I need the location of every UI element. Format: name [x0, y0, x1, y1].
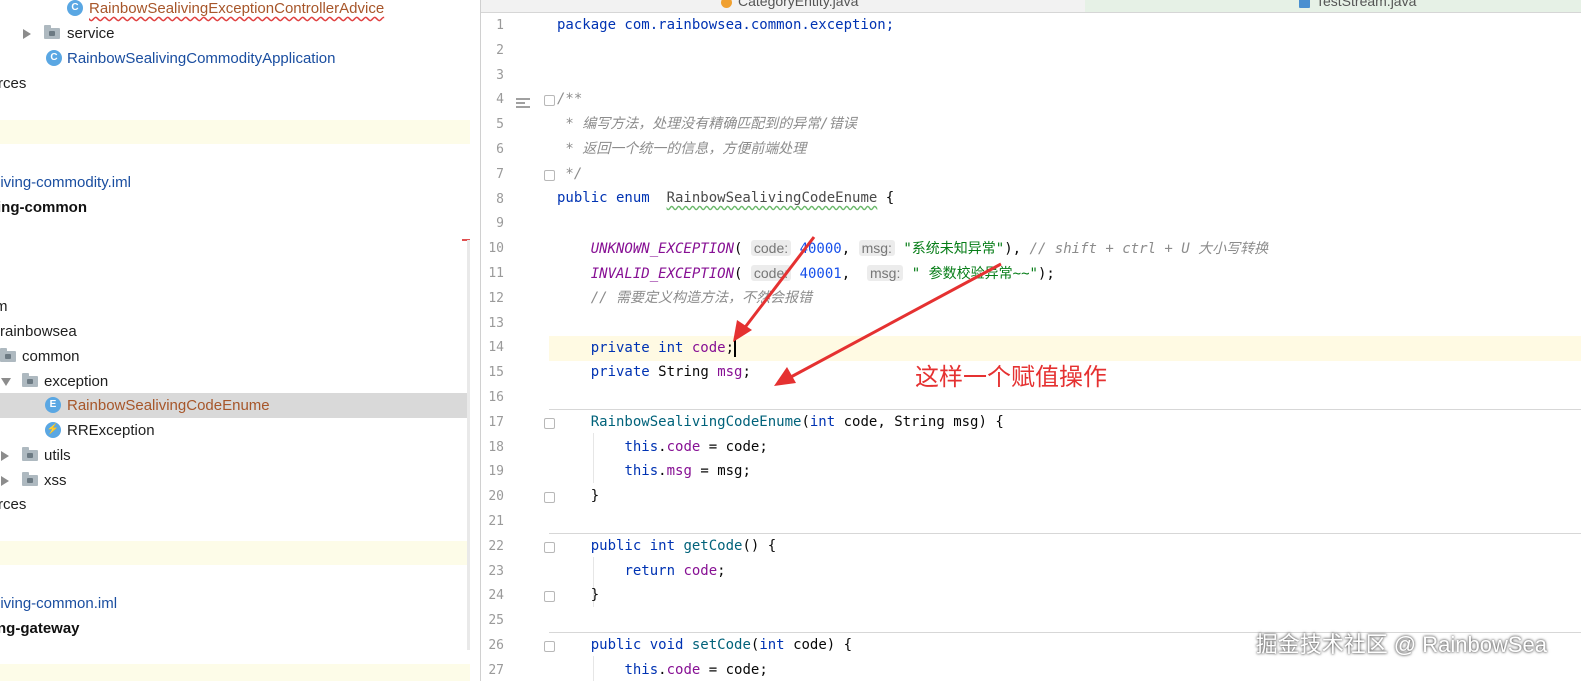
folder-icon	[22, 373, 38, 387]
folder-icon	[0, 348, 16, 362]
tree-item-exception[interactable]: exception	[0, 369, 470, 394]
folder-icon	[22, 472, 38, 486]
tree-item-label: ng-gateway	[0, 620, 80, 637]
tree-item-xss[interactable]: xss	[0, 468, 470, 493]
tree-item-label: ing-common	[0, 199, 87, 216]
tree-scrollbar[interactable]	[467, 240, 470, 650]
watermark: 掘金技术社区 @ RainbowSea	[1255, 632, 1547, 657]
annotation-arrow	[733, 236, 816, 342]
tree-item-code-enume-selected[interactable]: E RainbowSealivingCodeEnume	[0, 393, 470, 418]
spring-app-icon: C	[46, 50, 62, 66]
exception-class-icon: ⚡	[45, 422, 61, 438]
tree-item-commodity-iml[interactable]: living-commodity.iml	[0, 170, 470, 195]
tree-item-label: service	[67, 25, 115, 42]
tree-item-label: m	[0, 298, 8, 315]
tree-highlight-band	[0, 664, 470, 681]
tree-item-resources[interactable]: rces	[0, 492, 470, 517]
tree-item-label: rainbowsea	[0, 323, 77, 340]
folder-icon	[22, 447, 38, 461]
collapse-arrow-icon[interactable]	[1, 378, 11, 386]
expand-arrow-icon[interactable]	[1, 451, 9, 461]
tree-item-label: RainbowSealivingCodeEnume	[67, 397, 270, 414]
tree-highlight-band	[0, 541, 470, 565]
tree-item-label: RainbowSealivingCommodityApplication	[67, 50, 336, 67]
project-tree-panel: C RainbowSealivingExceptionControllerAdv…	[0, 0, 470, 681]
code-editor[interactable]: CategoryEntity.java TestStream.java 1234…	[481, 0, 1581, 681]
tree-item-label: RRException	[67, 422, 155, 439]
tree-item-label: exception	[44, 373, 109, 390]
tree-highlight-band	[0, 120, 470, 144]
enum-icon: E	[45, 397, 61, 413]
tree-item-rainbowsea[interactable]: rainbowsea	[0, 319, 470, 344]
tree-item-module-common[interactable]: ing-common	[0, 195, 470, 220]
tree-item-label: rces	[0, 75, 27, 92]
tree-item-label: xss	[44, 472, 67, 489]
tree-item-com[interactable]: m	[0, 294, 470, 319]
tree-item-label: RainbowSealivingExceptionControllerAdvic…	[89, 0, 385, 17]
annotation-text: 这样一个赋值操作	[915, 364, 1107, 391]
tree-item-common-iml[interactable]: living-common.iml	[0, 591, 470, 616]
tree-item-rrexception[interactable]: ⚡ RRException	[0, 418, 470, 443]
tree-item-resources[interactable]: rces	[0, 71, 470, 96]
expand-arrow-icon[interactable]	[1, 476, 9, 486]
folder-icon	[44, 25, 60, 39]
expand-arrow-icon[interactable]	[23, 29, 31, 39]
tree-item-label: living-common.iml	[0, 595, 118, 612]
tree-item-module-gateway[interactable]: ng-gateway	[0, 616, 470, 641]
tree-item-label: common	[22, 348, 80, 365]
class-icon: C	[67, 0, 83, 16]
tree-item-service[interactable]: service	[0, 21, 470, 46]
tree-item-utils[interactable]: utils	[0, 443, 470, 468]
tree-item-commodity-application[interactable]: C RainbowSealivingCommodityApplication	[0, 46, 470, 71]
tree-item-common[interactable]: common	[0, 344, 470, 369]
tree-item-exception-controller-advice[interactable]: C RainbowSealivingExceptionControllerAdv…	[0, 0, 470, 21]
annotation-arrows	[733, 236, 1002, 386]
tree-item-label: utils	[44, 447, 71, 464]
tree-item-label: rces	[0, 496, 27, 513]
tree-item-label: living-commodity.iml	[0, 174, 131, 191]
